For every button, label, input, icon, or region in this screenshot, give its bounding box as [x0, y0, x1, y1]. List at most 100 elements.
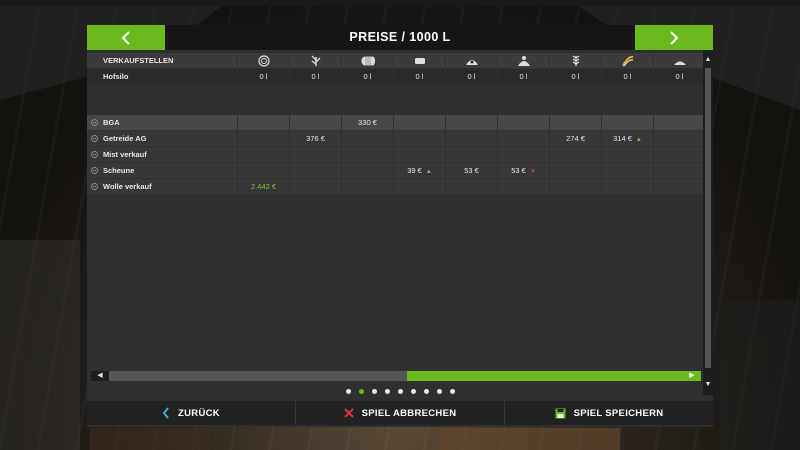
price-value: 39 €	[407, 166, 422, 175]
price-cell	[654, 179, 703, 194]
station-row-scheune[interactable]: Scheune 39 € ▲ 53 € 53 € ▼	[87, 163, 703, 178]
back-button[interactable]: ZURÜCK	[87, 401, 296, 425]
price-cell	[498, 115, 549, 130]
trend-up-icon: ▲	[635, 137, 642, 143]
expand-icon[interactable]	[91, 167, 98, 174]
page-dot[interactable]	[358, 388, 364, 394]
page-title: PREISE / 1000 L	[349, 30, 451, 44]
price-cell	[290, 147, 341, 162]
save-game-button[interactable]: SPIEL SPEICHERN	[505, 401, 713, 425]
station-row-bga[interactable]: BGA 330 €	[87, 115, 703, 130]
price-cell: 314 € ▲	[602, 131, 653, 146]
block-icon	[394, 53, 445, 68]
page-dot[interactable]	[423, 388, 429, 394]
expand-icon[interactable]	[91, 119, 98, 126]
grass-icon	[290, 53, 341, 68]
price-cell	[342, 163, 393, 178]
station-row-mist-verkauf[interactable]: Mist verkauf	[87, 147, 703, 162]
vertical-scroll-thumb[interactable]	[705, 68, 711, 368]
page-dot[interactable]	[371, 388, 377, 394]
price-cell	[498, 179, 549, 194]
price-cell	[394, 115, 445, 130]
silo-value: 0 l	[602, 69, 653, 84]
back-label: ZURÜCK	[178, 407, 220, 419]
trend-down-icon: ▼	[529, 169, 536, 175]
price-cell	[394, 179, 445, 194]
station-row-getreide-ag[interactable]: Getreide AG 376 € 274 € 314 € ▲	[87, 131, 703, 146]
price-cell	[550, 179, 601, 194]
page-dot[interactable]	[384, 388, 390, 394]
hofsilo-row: Hofsilo 0 l 0 l 0 l 0 l 0 l 0 l 0 l 0 l …	[87, 69, 703, 84]
quit-label: SPIEL ABBRECHEN	[361, 407, 457, 419]
price-cell	[654, 147, 703, 162]
page-indicator	[87, 387, 713, 395]
price-cell	[394, 131, 445, 146]
panel-header: PREISE / 1000 L	[87, 25, 713, 50]
station-name: Mist verkauf	[103, 150, 147, 159]
station-name: Scheune	[103, 166, 135, 175]
price-cell	[550, 115, 601, 130]
chevron-left-icon	[162, 407, 169, 419]
scroll-up-icon[interactable]: ▲	[703, 54, 713, 66]
price-cell	[290, 163, 341, 178]
silo-value: 0 l	[394, 69, 445, 84]
price-cell	[498, 131, 549, 146]
page-dot[interactable]	[436, 388, 442, 394]
expand-icon[interactable]	[91, 151, 98, 158]
price-cell	[446, 115, 497, 130]
table-header-row: VERKAUFSTELLEN	[87, 53, 703, 68]
silo-value: 0 l	[342, 69, 393, 84]
price-cell	[654, 115, 703, 130]
price-cell: 53 €	[446, 163, 497, 178]
horizontal-scroll-track[interactable]	[109, 371, 683, 381]
page-dot[interactable]	[345, 388, 351, 394]
station-name: Getreide AG	[103, 134, 147, 143]
heap-icon	[446, 53, 497, 68]
save-label: SPIEL SPEICHERN	[573, 407, 664, 419]
scroll-left-icon[interactable]: ◀	[91, 371, 109, 381]
vertical-scrollbar[interactable]: ▲ ▼	[703, 50, 713, 395]
station-name-cell: BGA	[87, 115, 237, 130]
price-cell	[342, 179, 393, 194]
station-name: Wolle verkauf	[103, 182, 152, 191]
expand-icon[interactable]	[91, 183, 98, 190]
silo-value: 0 l	[654, 69, 703, 84]
scroll-right-icon[interactable]: ▶	[683, 371, 701, 381]
price-cell	[446, 147, 497, 162]
horizontal-scrollbar[interactable]: ◀ ▶	[91, 371, 701, 381]
price-cell	[446, 179, 497, 194]
price-cell	[550, 163, 601, 178]
price-cell	[290, 179, 341, 194]
station-row-wolle-verkauf[interactable]: Wolle verkauf 2.442 €	[87, 179, 703, 194]
price-cell: 376 €	[290, 131, 341, 146]
price-cell	[238, 147, 289, 162]
page-dot[interactable]	[449, 388, 455, 394]
price-cell	[602, 147, 653, 162]
station-name-cell: Wolle verkauf	[87, 179, 237, 194]
expand-icon[interactable]	[91, 135, 98, 142]
station-name-cell: Mist verkauf	[87, 147, 237, 162]
price-cell	[498, 147, 549, 162]
silo-value: 0 l	[290, 69, 341, 84]
page-dot[interactable]	[397, 388, 403, 394]
quit-game-button[interactable]: SPIEL ABBRECHEN	[296, 401, 505, 425]
price-cell	[602, 163, 653, 178]
price-cell	[550, 147, 601, 162]
trend-up-icon: ▲	[425, 169, 432, 175]
price-cell: 330 €	[342, 115, 393, 130]
next-page-button[interactable]	[635, 25, 713, 50]
price-cell	[654, 131, 703, 146]
price-table: VERKAUFSTELLEN Hofsilo 0 l 0 l 0 l 0 l 0…	[87, 50, 703, 395]
silo-value: 0 l	[446, 69, 497, 84]
silo-value: 0 l	[238, 69, 289, 84]
horizontal-scroll-thumb[interactable]	[407, 371, 683, 381]
price-cell	[446, 131, 497, 146]
price-cell	[342, 147, 393, 162]
price-cell: 39 € ▲	[394, 163, 445, 178]
price-cell	[654, 163, 703, 178]
page-dot[interactable]	[410, 388, 416, 394]
price-cell: 2.442 €	[238, 179, 289, 194]
silo-value: 0 l	[498, 69, 549, 84]
chevron-right-icon	[670, 30, 679, 45]
price-cell	[238, 131, 289, 146]
